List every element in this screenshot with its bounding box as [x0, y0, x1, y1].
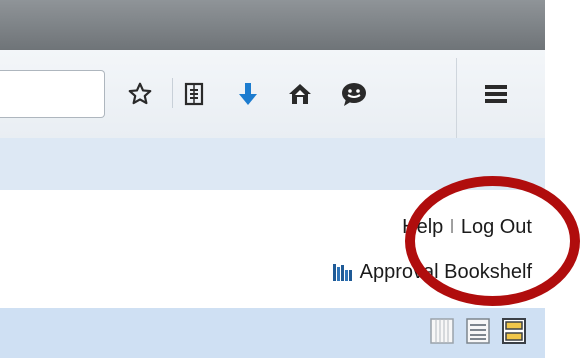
- help-link[interactable]: Help: [402, 216, 443, 238]
- menu-icon[interactable]: [478, 74, 514, 114]
- home-icon[interactable]: [282, 74, 318, 114]
- bookshelf-icon: [332, 264, 352, 281]
- list-view-icon[interactable]: [466, 318, 490, 344]
- grid-view-icon[interactable]: [430, 318, 454, 344]
- url-input[interactable]: [0, 70, 105, 118]
- view-toolbar: [0, 308, 545, 358]
- bookshelf-label: Approval Bookshelf: [359, 260, 532, 283]
- detail-view-icon[interactable]: [502, 318, 526, 344]
- chat-icon[interactable]: [336, 74, 372, 114]
- window-edge: [545, 0, 588, 358]
- link-separator: I: [449, 216, 455, 238]
- star-icon[interactable]: [122, 74, 158, 114]
- toolbar-separator: [172, 78, 173, 108]
- account-links: Help I Log Out: [402, 216, 532, 242]
- nav-bar: [0, 138, 545, 191]
- header-links-area: [0, 190, 545, 308]
- bookshelf-link[interactable]: Approval Bookshelf: [332, 259, 532, 285]
- download-icon[interactable]: [230, 74, 266, 114]
- toolbar-separator: [456, 58, 457, 140]
- logout-link[interactable]: Log Out: [461, 216, 532, 238]
- reading-list-icon[interactable]: [176, 74, 212, 114]
- window-title-bar: [0, 0, 545, 50]
